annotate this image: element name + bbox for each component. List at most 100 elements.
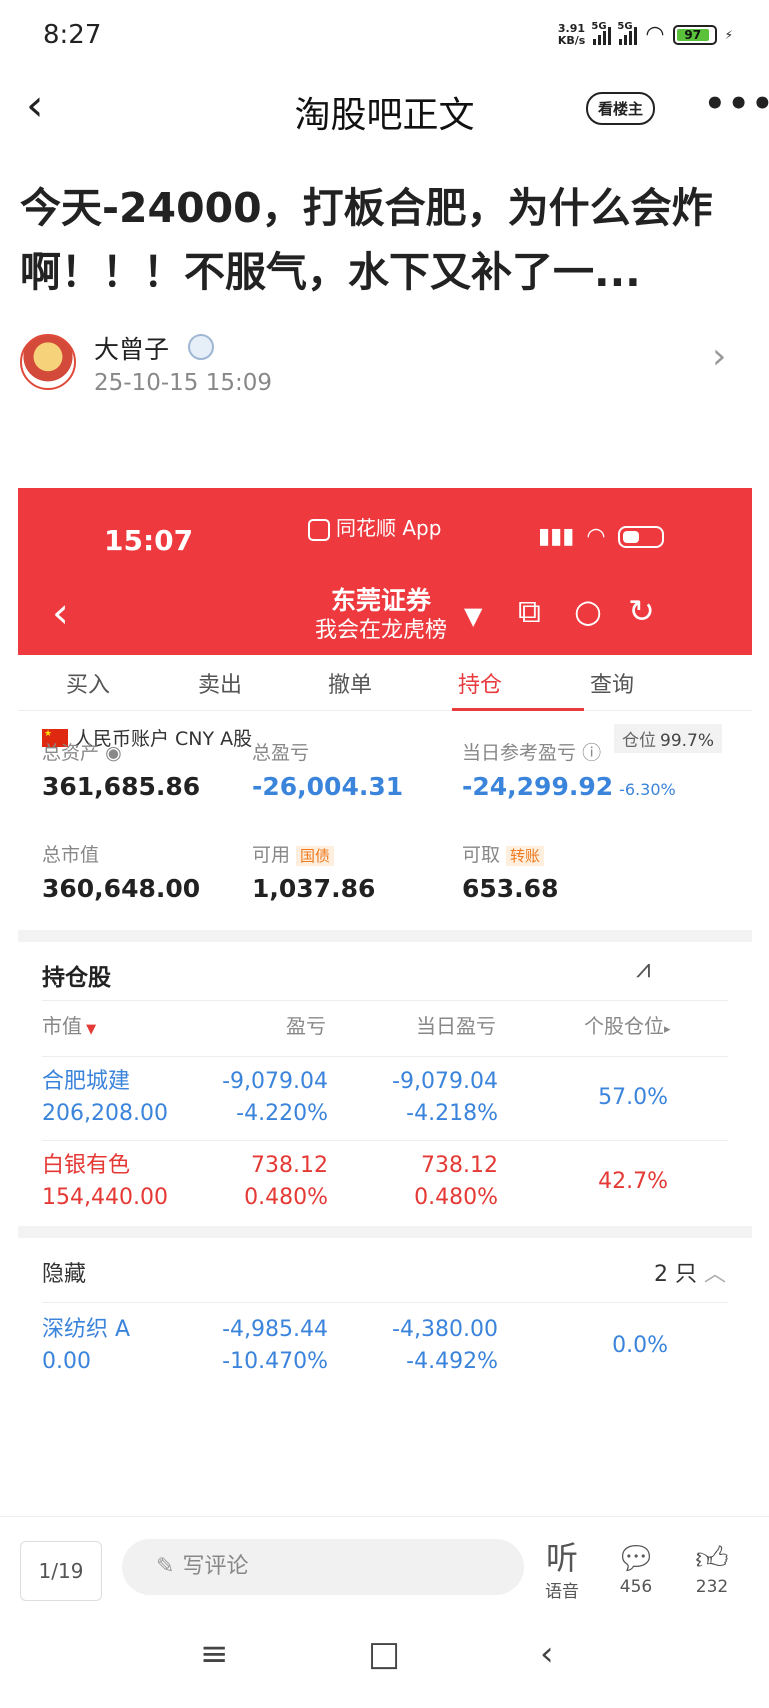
holdings-title: 持仓股 (42, 965, 111, 991)
page-indicator[interactable]: 1/19 (20, 1541, 102, 1601)
available-value: 1,037.86 (252, 874, 376, 903)
stock-name[interactable]: 深纺织 A (42, 1314, 130, 1346)
stock-today-pnl: 738.12 (421, 1153, 498, 1178)
divider (42, 1302, 728, 1303)
bond-tag: 国债 (296, 846, 335, 866)
image-dropdown-icon: ▼ (464, 602, 483, 630)
market-value: 360,648.00 (42, 874, 201, 903)
comments-count: 456 (619, 1577, 653, 1597)
comment-input[interactable]: ✎ 写评论 (122, 1539, 524, 1595)
col-weight: 个股仓位▸ (584, 1014, 671, 1038)
stock-market-value: 154,440.00 (42, 1185, 168, 1210)
stock-pnl: -9,079.04 (222, 1069, 328, 1094)
stock-today-pnl: -9,079.04 (392, 1069, 498, 1094)
status-icons: 3.91 KB/s 5G 5G ◠ 97 ⚡ (557, 21, 733, 48)
pen-icon: ✎ (156, 1554, 175, 1579)
image-tab-cancel: 撤单 (327, 673, 372, 698)
status-time: 8:27 (43, 20, 102, 50)
stock-today-pct: -4.492% (406, 1349, 498, 1374)
col-today-pnl: 当日盈亏 (416, 1014, 496, 1038)
trend-chart-icon: ⩘ (636, 954, 651, 984)
image-app-header: 15:07 同花顺 App ▮▮▮ ◠ ‹ 东莞证券 我会在龙虎榜 ▼ ⧉ ○ … (18, 488, 752, 655)
chevron-right-icon: ▸ (664, 1022, 671, 1037)
section-divider (18, 1226, 752, 1238)
col-market-value: 市值 ▼ (42, 1014, 97, 1038)
net-speed: 3.91 KB/s (557, 21, 586, 47)
today-pnl-pct: -6.30% (619, 780, 676, 799)
today-pnl-value: -24,299.92 -6.30% (462, 772, 676, 801)
today-pnl-label: 当日参考盈亏 ⓘ (462, 742, 602, 764)
stock-weight: 57.0% (598, 1085, 668, 1110)
total-pnl-value: -26,004.31 (252, 772, 404, 801)
stock-today-pct: 0.480% (414, 1185, 498, 1210)
eye-icon: ◉ (105, 742, 122, 764)
stock-today-pct: -4.218% (406, 1101, 498, 1126)
stock-pnl: 738.12 (251, 1153, 328, 1178)
image-broker: 东莞证券 我会在龙虎榜 (286, 586, 476, 646)
charging-icon: ⚡ (724, 27, 733, 42)
chevron-up-icon: ︿ (704, 1262, 727, 1287)
image-broker-name: 东莞证券 (330, 586, 431, 615)
app-logo-icon (308, 518, 330, 541)
signal-label: 5G (591, 20, 607, 32)
image-app-name: 同花顺 App (308, 512, 441, 541)
signal-icon-2: 5G (617, 21, 638, 45)
divider (42, 1056, 728, 1057)
stock-pnl-pct: -10.470% (222, 1349, 328, 1374)
stock-pnl-pct: 0.480% (244, 1185, 328, 1210)
menu-icon[interactable]: ≡ (200, 1634, 229, 1674)
wifi-icon: ◠ (645, 22, 665, 47)
stock-name[interactable]: 合肥城建 (42, 1066, 130, 1098)
image-broker-sub: 我会在龙虎榜 (314, 618, 447, 643)
image-tab-query: 查询 (589, 673, 634, 698)
hidden-label: 隐藏 (42, 1262, 87, 1287)
image-search-icon: ○ (574, 592, 602, 630)
col-pnl: 盈亏 (286, 1014, 326, 1038)
total-assets-label: 总资产 ◉ (42, 742, 122, 764)
like-button[interactable]: 👍︎ 232 (682, 1539, 742, 1597)
only-op-button[interactable]: 看楼主 (586, 92, 656, 125)
sort-icon: ▼ (82, 1022, 97, 1037)
divider (42, 1140, 728, 1141)
image-position-value: 99.7% (660, 731, 715, 751)
transfer-tag: 转账 (506, 846, 545, 866)
image-wifi-icon: ◠ (586, 524, 606, 549)
listen-button[interactable]: 听 语音 (532, 1539, 592, 1602)
stock-today-pnl: -4,380.00 (392, 1317, 498, 1342)
listen-icon: 听 (545, 1539, 578, 1577)
home-icon[interactable]: □ (368, 1634, 400, 1674)
system-nav-bar: ≡ □ ‹ (0, 1612, 769, 1708)
image-app-label: 同花顺 App (336, 516, 442, 540)
likes-count: 232 (695, 1577, 729, 1597)
bottom-action-bar: 1/19 ✎ 写评论 听 语音 💬︎ 456 👍︎ 232 (0, 1516, 769, 1612)
info-icon: ⓘ (582, 742, 602, 764)
withdrawable-label: 可取 转账 (462, 840, 545, 867)
image-tab-sell: 卖出 (197, 673, 242, 698)
total-assets-value: 361,685.86 (42, 772, 201, 801)
listen-label: 语音 (545, 1582, 579, 1602)
stock-weight: 0.0% (612, 1333, 668, 1358)
signal-icon: 5G (591, 21, 612, 45)
comment-bubble-icon: 💬︎ (615, 1539, 657, 1577)
post-image[interactable]: 15:07 同花顺 App ▮▮▮ ◠ ‹ 东莞证券 我会在龙虎榜 ▼ ⧉ ○ … (18, 488, 752, 1516)
image-tabs: 买入 卖出 撤单 持仓 查询 (18, 655, 752, 711)
back-nav-icon[interactable]: ‹ (540, 1634, 554, 1674)
thumbs-up-icon: 👍︎ (695, 1539, 729, 1577)
net-speed-value: 3.91 (557, 21, 586, 35)
comments-button[interactable]: 💬︎ 456 (606, 1539, 666, 1597)
author-badge-icon (188, 334, 214, 360)
stock-name[interactable]: 白银有色 (42, 1150, 130, 1182)
author-name[interactable]: 大曾子 (94, 330, 169, 366)
stock-weight: 42.7% (598, 1169, 668, 1194)
image-position-label: 仓位 (622, 731, 656, 751)
stock-market-value: 0.00 (42, 1349, 91, 1374)
divider (42, 1000, 728, 1001)
avatar[interactable] (20, 334, 76, 390)
image-refresh-icon: ↻ (628, 592, 655, 630)
stock-market-value: 206,208.00 (42, 1101, 168, 1126)
image-tab-indicator (452, 708, 584, 711)
more-icon[interactable]: ••• (704, 84, 769, 124)
chevron-right-icon[interactable]: › (712, 336, 726, 377)
total-pnl-label: 总盈亏 (252, 742, 310, 764)
image-signal-icon: ▮▮▮ (538, 524, 575, 549)
